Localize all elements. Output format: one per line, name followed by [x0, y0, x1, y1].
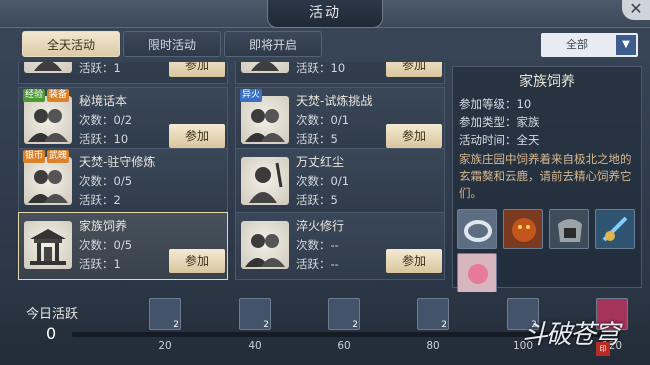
detail-title: 家族饲养 — [519, 74, 575, 90]
activity-times: 次数：0/5 — [79, 174, 133, 188]
activity-window: 活动 ✕ 全天活动 限时活动 即将开启 全部 ▼ 活跃：1 参加 活跃：10 参… — [0, 0, 650, 365]
detail-description: 家族庄园中饲养着来自极北之地的玄霜獒和云鹿，请前去精心饲养它们。 — [459, 152, 632, 200]
activity-active: 活跃：-- — [296, 257, 339, 271]
join-button[interactable]: 参加 — [386, 124, 442, 148]
activity-name: 淬火修行 — [296, 219, 345, 233]
join-button[interactable]: 参加 — [386, 249, 442, 273]
milestone-reward-ring-icon[interactable]: 2 — [149, 298, 181, 330]
activity-card[interactable]: 活跃：10 参加 — [235, 62, 445, 84]
activity-name: 天焚-试炼挑战 — [296, 94, 373, 108]
activity-active: 活跃：5 — [296, 193, 338, 207]
ring-item-icon[interactable] — [457, 209, 497, 249]
activity-portrait-icon — [241, 96, 289, 144]
join-button[interactable]: 参加 — [169, 249, 225, 273]
badge-silver: 银币 — [23, 150, 46, 163]
activity-list[interactable]: 活跃：1 参加 活跃：10 参加 经验 装备 秘境话本 次数：0/2 活跃：10… — [18, 62, 445, 284]
milestone-reward-orb-icon[interactable]: 2 — [417, 298, 449, 330]
activity-card-mijing[interactable]: 经验 装备 秘境话本 次数：0/2 活跃：10 参加 — [18, 87, 228, 155]
milestone-count: 2 — [173, 320, 179, 330]
milestone-value: 40 — [248, 340, 262, 352]
milestone-reward-gem-icon[interactable]: 2 — [328, 298, 360, 330]
armor-item-icon[interactable] — [549, 209, 589, 249]
activity-name: 天焚-驻守修炼 — [79, 155, 156, 169]
detail-time: 活动时间：全天 — [459, 133, 540, 147]
chevron-down-icon[interactable]: ▼ — [616, 35, 636, 55]
activity-name: 万丈红尘 — [296, 155, 345, 169]
close-icon[interactable]: ✕ — [622, 0, 650, 20]
milestone-value: 80 — [426, 340, 440, 352]
activity-times: 次数：0/1 — [296, 174, 350, 188]
join-button[interactable]: 参加 — [169, 62, 225, 77]
activity-active: 活跃：5 — [296, 132, 338, 146]
badge-soul: 武魄 — [47, 150, 70, 163]
tab-limited-time[interactable]: 限时活动 — [123, 31, 221, 57]
activity-active: 活跃：1 — [79, 257, 121, 271]
milestone-count: 2 — [263, 320, 269, 330]
pink-orb-item-icon[interactable] — [457, 253, 497, 293]
daily-activity-value: 0 — [46, 324, 57, 343]
window-title: 活动 — [267, 0, 383, 28]
milestone-value: 60 — [337, 340, 351, 352]
activity-card-tianfen-trial[interactable]: 异火 天焚-试炼挑战 次数：0/1 活跃：5 参加 — [235, 87, 445, 155]
activity-active: 活跃：1 — [79, 62, 121, 75]
activity-card[interactable]: 活跃：1 参加 — [18, 62, 228, 84]
activity-card-cuihuo[interactable]: 淬火修行 次数：-- 活跃：-- 参加 — [235, 212, 445, 280]
activity-portrait-icon — [241, 62, 289, 73]
beast-item-icon[interactable] — [503, 209, 543, 249]
activity-portrait-icon — [24, 62, 72, 73]
activity-card-family-feeding[interactable]: 家族饲养 次数：0/5 活跃：1 参加 — [18, 212, 228, 280]
milestone-value: 20 — [158, 340, 172, 352]
game-logo: 斗破苍穹 — [522, 320, 620, 350]
activity-name: 秘境话本 — [79, 94, 128, 108]
tab-upcoming[interactable]: 即将开启 — [224, 31, 322, 57]
badge-exp: 经验 — [23, 89, 46, 102]
filter-selected: 全部 — [566, 38, 588, 51]
activity-times: 次数：0/5 — [79, 238, 133, 252]
milestone-reward-stone-icon[interactable]: 2 — [239, 298, 271, 330]
activity-times: 次数：-- — [296, 238, 339, 252]
activity-portrait-icon — [241, 157, 289, 205]
activity-active: 活跃：2 — [79, 193, 121, 207]
activity-card-wanzhang[interactable]: 万丈红尘 次数：0/1 活跃：5 — [235, 148, 445, 216]
activity-portrait-icon — [24, 221, 72, 269]
badge-fire: 异火 — [240, 89, 263, 102]
activity-times: 次数：0/1 — [296, 113, 350, 127]
activity-active: 活跃：10 — [79, 132, 129, 146]
join-button[interactable]: 参加 — [386, 62, 442, 77]
activity-portrait-icon — [24, 96, 72, 144]
milestone-count: 2 — [352, 320, 358, 330]
activity-card-tianfen-guard[interactable]: 银币 武魄 天焚-驻守修炼 次数：0/5 活跃：2 — [18, 148, 228, 216]
activity-portrait-icon — [241, 221, 289, 269]
activity-detail-panel: 家族饲养 参加等级：10 参加类型：家族 活动时间：全天 家族庄园中饲养着来自极… — [452, 66, 642, 293]
activity-active: 活跃：10 — [296, 62, 346, 75]
activity-times: 次数：0/2 — [79, 113, 133, 127]
daily-activity-label: 今日活跃 — [26, 307, 79, 322]
detail-level: 参加等级：10 — [459, 97, 532, 111]
milestone-count: 2 — [441, 320, 447, 330]
logo-seal: 印 — [596, 342, 610, 356]
activity-name: 家族饲养 — [79, 219, 128, 233]
detail-type: 参加类型：家族 — [459, 115, 540, 129]
sword-item-icon[interactable] — [595, 209, 635, 249]
join-button[interactable]: 参加 — [169, 124, 225, 148]
activity-portrait-icon — [24, 157, 72, 205]
filter-dropdown[interactable]: 全部 ▼ — [541, 33, 638, 57]
tab-all-day[interactable]: 全天活动 — [22, 31, 120, 57]
badge-equip: 装备 — [47, 89, 70, 102]
